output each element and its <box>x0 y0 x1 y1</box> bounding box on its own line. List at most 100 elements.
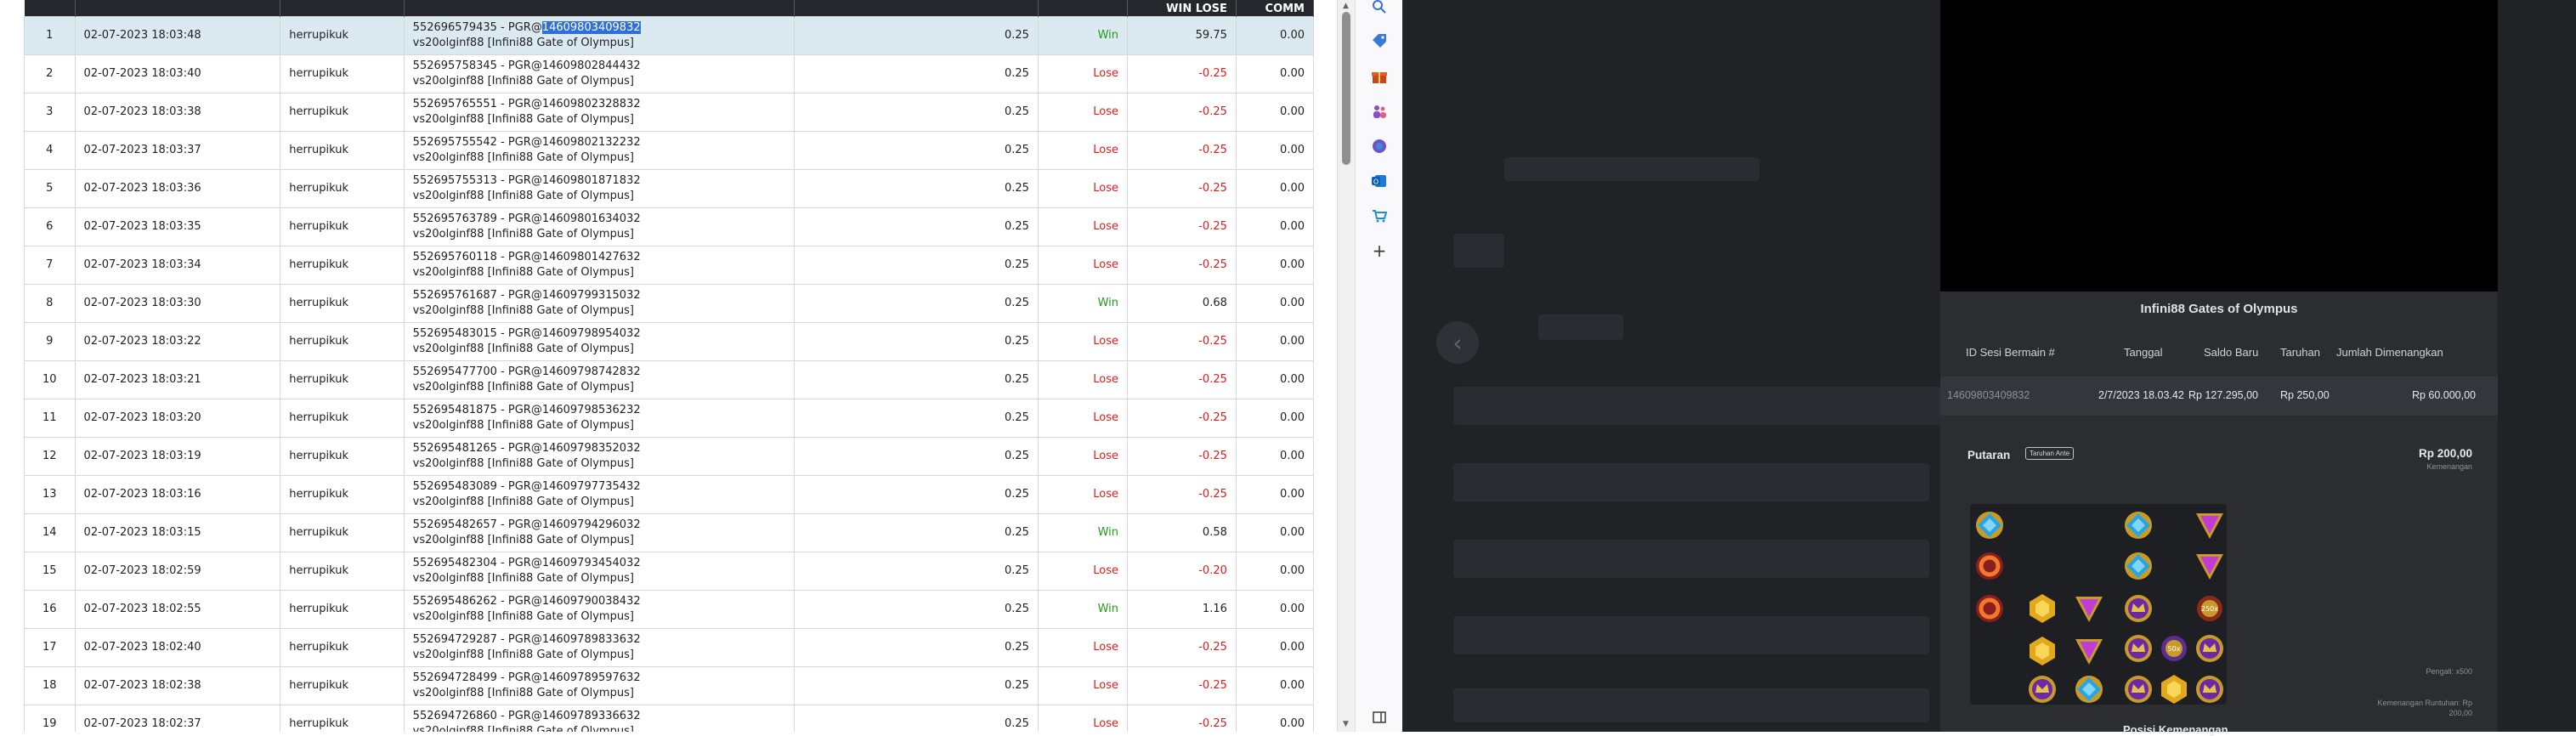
game-name: vs20olginf88 [Infini88 Gate of Olympus] <box>412 75 634 88</box>
table-row[interactable]: 1 02-07-2023 18:03:48 herrupikuk 5526965794… <box>24 16 1315 55</box>
table-row[interactable]: 15 02-07-2023 18:02:59 herrupikuk 552695482… <box>24 552 1315 591</box>
game-name: vs20olginf88 [Infini88 Gate of Olympus] <box>412 725 634 732</box>
app-icon[interactable] <box>1367 134 1391 158</box>
transaction-id-suffix[interactable]: 14609802844432 <box>542 59 641 72</box>
transaction-id-suffix[interactable]: 14609798536232 <box>542 404 641 416</box>
transaction-id-suffix[interactable]: 14609794296032 <box>542 518 641 531</box>
transaction-id-suffix[interactable]: 14609802328832 <box>542 98 641 110</box>
table-row[interactable]: 14 02-07-2023 18:03:15 herrupikuk 552695482… <box>24 513 1315 552</box>
transaction-id-suffix[interactable]: 14609789336632 <box>542 710 641 722</box>
table-row[interactable]: 7 02-07-2023 18:03:34 herrupikuk 5526957601… <box>24 246 1315 285</box>
scroll-up-icon[interactable]: ▲ <box>1343 2 1349 10</box>
add-icon[interactable]: + <box>1367 239 1391 263</box>
row-date: 02-07-2023 18:03:21 <box>74 360 281 399</box>
transaction-id-suffix[interactable]: 14609789597632 <box>542 671 641 684</box>
transaction-id-suffix[interactable]: 14609801871832 <box>542 174 641 187</box>
game-name: vs20olginf88 [Infini88 Gate of Olympus] <box>412 457 634 470</box>
shopping-icon[interactable] <box>1367 204 1391 228</box>
table-row[interactable]: 13 02-07-2023 18:03:16 herrupikuk 552695483… <box>24 475 1315 514</box>
row-username: herrupikuk <box>280 399 405 438</box>
table-row[interactable]: 9 02-07-2023 18:03:22 herrupikuk 5526954830… <box>24 322 1315 361</box>
table-scrollbar[interactable]: ▲ ▼ <box>1337 0 1355 732</box>
outlook-icon[interactable]: O <box>1367 169 1391 193</box>
transaction-id-suffix[interactable]: 14609801634032 <box>542 212 641 225</box>
browser-sidebar: O + <box>1355 0 1403 732</box>
table-row[interactable]: 3 02-07-2023 18:03:38 herrupikuk 5526957655… <box>24 93 1315 132</box>
table-row[interactable]: 18 02-07-2023 18:02:38 herrupikuk 552694728… <box>24 666 1315 705</box>
transaction-id-suffix[interactable]: 14609801427632 <box>542 251 641 263</box>
svg-text:O: O <box>1373 178 1379 186</box>
search-icon[interactable] <box>1367 0 1391 19</box>
row-detail: 552695486262 - PGR@14609790038432 vs20olg… <box>403 590 795 629</box>
transaction-id-suffix[interactable]: 14609789833632 <box>542 633 641 646</box>
round-detail-modal: Infini88 Gates of Olympus ID Sesi Bermai… <box>1940 292 2498 736</box>
header-session-id: ID Sesi Bermain # <box>1966 346 2055 359</box>
col-header-winlose: WIN LOSE <box>1127 0 1237 17</box>
table-row[interactable]: 5 02-07-2023 18:03:36 herrupikuk 5526957553… <box>24 169 1315 208</box>
row-date: 02-07-2023 18:02:59 <box>74 552 281 591</box>
table-row[interactable]: 19 02-07-2023 18:02:37 herrupikuk 552694726… <box>24 705 1315 732</box>
transaction-id-suffix[interactable]: 14609799315032 <box>542 289 641 302</box>
table-row[interactable]: 16 02-07-2023 18:02:55 herrupikuk 552695486… <box>24 590 1315 629</box>
row-date: 02-07-2023 18:03:34 <box>74 246 281 285</box>
row-comm: 0.00 <box>1235 360 1315 399</box>
tag-icon[interactable] <box>1367 29 1391 53</box>
row-date: 02-07-2023 18:02:37 <box>74 705 281 732</box>
blurred-content <box>1453 688 1929 722</box>
row-result: Lose <box>1037 54 1129 93</box>
transaction-id-prefix: 552694726860 - PGR@ <box>412 710 542 722</box>
row-comm: 0.00 <box>1235 246 1315 285</box>
table-row[interactable]: 11 02-07-2023 18:03:20 herrupikuk 552695481… <box>24 399 1315 438</box>
col-header-no <box>24 0 76 17</box>
row-detail: 552695765551 - PGR@14609802328832 vs20olg… <box>403 93 795 132</box>
transaction-id: 552695763789 - PGR@14609801634032 <box>413 212 785 227</box>
row-number: 5 <box>24 169 76 208</box>
table-row[interactable]: 10 02-07-2023 18:03:21 herrupikuk 552695477… <box>24 360 1315 399</box>
transaction-id-suffix[interactable]: 14609798742832 <box>542 365 641 378</box>
transaction-id: 552695486262 - PGR@14609790038432 <box>413 594 785 609</box>
row-winlose: -0.25 <box>1127 93 1237 132</box>
row-number: 3 <box>24 93 76 132</box>
table-row[interactable]: 6 02-07-2023 18:03:35 herrupikuk 5526957637… <box>24 207 1315 246</box>
transaction-id-suffix[interactable]: 14609793454032 <box>542 557 641 569</box>
transaction-id-suffix[interactable]: 14609790038432 <box>542 595 641 608</box>
row-number: 11 <box>24 399 76 438</box>
col-header-status <box>1038 0 1129 17</box>
transaction-id-suffix[interactable]: 14609798954032 <box>542 327 641 340</box>
row-result: Win <box>1037 590 1129 629</box>
table-row[interactable]: 12 02-07-2023 18:03:19 herrupikuk 552695481… <box>24 437 1315 476</box>
transaction-id-suffix[interactable]: 14609797735432 <box>542 480 641 493</box>
row-bet: 0.25 <box>793 93 1039 132</box>
gift-icon[interactable] <box>1367 65 1391 88</box>
scrollbar-thumb[interactable] <box>1342 12 1350 165</box>
transaction-id-prefix: 552695758345 - PGR@ <box>412 59 542 72</box>
table-row[interactable]: 8 02-07-2023 18:03:30 herrupikuk 5526957616… <box>24 284 1315 323</box>
col-header-bet <box>794 0 1039 17</box>
row-date: 02-07-2023 18:03:38 <box>74 93 281 132</box>
transaction-id-prefix: 552695763789 - PGR@ <box>412 212 542 225</box>
row-username: herrupikuk <box>280 705 405 732</box>
scroll-down-icon[interactable]: ▼ <box>1343 720 1349 728</box>
row-number: 19 <box>24 705 76 732</box>
table-row[interactable]: 17 02-07-2023 18:02:40 herrupikuk 552694729… <box>24 628 1315 667</box>
row-username: herrupikuk <box>280 207 405 246</box>
table-row[interactable]: 4 02-07-2023 18:03:37 herrupikuk 5526957555… <box>24 131 1315 170</box>
row-date: 02-07-2023 18:03:48 <box>74 16 281 55</box>
row-result: Lose <box>1037 360 1129 399</box>
table-row[interactable]: 2 02-07-2023 18:03:40 herrupikuk 5526957583… <box>24 54 1315 93</box>
transaction-id-suffix[interactable]: 14609802132232 <box>542 136 641 149</box>
transaction-id-suffix[interactable]: 14609798352032 <box>542 442 641 455</box>
people-icon[interactable] <box>1367 99 1391 123</box>
layout-icon[interactable] <box>1367 705 1391 729</box>
back-button[interactable]: ‹ <box>1436 321 1479 364</box>
row-date: 02-07-2023 18:02:38 <box>74 666 281 705</box>
col-header-user <box>280 0 405 17</box>
transaction-id: 552695765551 - PGR@14609802328832 <box>413 97 785 112</box>
row-date: 02-07-2023 18:03:15 <box>74 513 281 552</box>
transaction-id: 552695760118 - PGR@14609801427632 <box>413 250 785 265</box>
red-ring-icon <box>1976 552 2003 580</box>
row-winlose: -0.25 <box>1127 246 1237 285</box>
row-comm: 0.00 <box>1235 705 1315 732</box>
transaction-id-suffix[interactable]: 14609803409832 <box>541 21 641 34</box>
row-comm: 0.00 <box>1235 284 1315 323</box>
